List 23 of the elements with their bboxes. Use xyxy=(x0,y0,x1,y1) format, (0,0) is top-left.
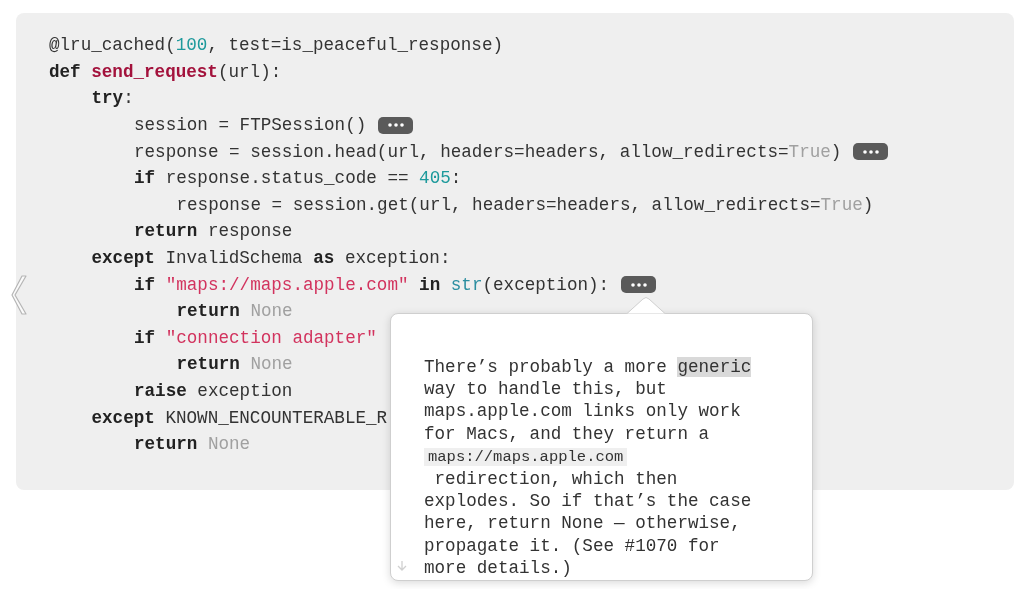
code-line: response = session.get(url, headers=headers, allow_redirects=True) xyxy=(176,193,874,216)
more-button[interactable] xyxy=(378,116,414,134)
ellipsis-icon xyxy=(861,149,880,154)
code-line: if "maps://maps.apple.com" in str(exception): xyxy=(134,273,610,296)
code-line: try: xyxy=(91,87,134,110)
code-line: except InvalidSchema as exception: xyxy=(91,247,451,270)
code-line: return response xyxy=(134,220,293,243)
code-line: response = session.head(url, headers=headers, allow_redirects=True) xyxy=(134,140,842,163)
code-line: return None xyxy=(176,300,293,323)
code-line: def send_request(url): xyxy=(49,60,282,83)
code-line: if "connection adapter" xyxy=(134,326,377,349)
code-line: except KNOWN_ENCOUNTERABLE_R xyxy=(91,406,388,429)
ellipsis-icon xyxy=(629,282,648,287)
code-line: if response.status_code == 405: xyxy=(134,167,462,190)
code-line: return None xyxy=(176,353,293,376)
code-line: @lru_cached(100, test=is_peaceful_response) xyxy=(49,34,503,57)
code-line: session = FTPSession() xyxy=(134,114,367,137)
ellipsis-icon xyxy=(386,123,405,128)
code-line: raise exception xyxy=(134,380,293,402)
comment-text: There’s probably a more generic way to handle this, but maps.apple.com links only work for Macs, and they return a maps://maps.apple.com redirection, which then explodes. So if that’s the case here, return None — otherwise, propagate it. (See #1070 for more details.) xyxy=(424,356,752,580)
code-line: return None xyxy=(134,433,251,456)
more-button[interactable] xyxy=(853,143,889,161)
more-button[interactable] xyxy=(621,276,657,294)
